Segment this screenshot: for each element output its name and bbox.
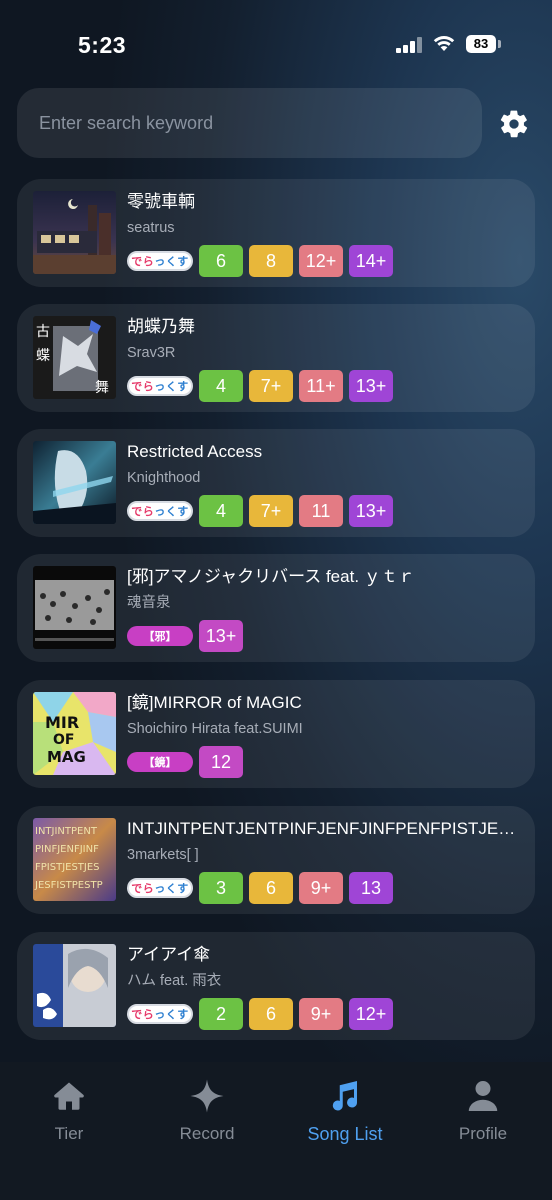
song-artist: Knighthood [127, 470, 201, 486]
difficulty-master[interactable]: 14+ [349, 245, 393, 277]
deluxe-tag: でら っくす [127, 251, 193, 271]
tab-label: Record [179, 1124, 235, 1143]
difficulty-row: 【鏡】 12 [127, 746, 243, 778]
battery-tip [498, 40, 501, 48]
deluxe-tag: でら っくす [127, 1004, 193, 1024]
wifi-icon [433, 36, 455, 51]
tab-record[interactable]: Record [147, 1078, 267, 1148]
song-title: 胡蝶乃舞 [127, 317, 195, 336]
battery-icon: 83 [466, 35, 496, 53]
song-card[interactable]: [邪]アマノジャクリバース feat. ｙｔｒ 魂音泉 【邪】 13+ [17, 554, 535, 662]
difficulty-basic[interactable]: 3 [199, 872, 243, 904]
difficulty-expert[interactable]: 11+ [299, 370, 343, 402]
search-box[interactable] [17, 88, 482, 158]
song-artist: seatrus [127, 220, 175, 236]
music-note-icon [332, 1081, 358, 1111]
cellular-signal-icon [396, 37, 422, 53]
tab-label: Song List [307, 1124, 383, 1144]
difficulty-master[interactable]: 13+ [349, 495, 393, 527]
song-title: INTJINTPENTJENTPINFJENFJINFPENFPISTJESTJ… [127, 819, 523, 838]
difficulty-expert[interactable]: 12+ [299, 245, 343, 277]
difficulty-row: でら っくす 4 7+ 11 13+ [127, 495, 393, 527]
difficulty-advanced[interactable]: 7+ [249, 370, 293, 402]
jacket-image: INTJINTPENT PINFJENFJINF FPISTJESTJES JESFI… [33, 818, 116, 901]
song-card[interactable]: 零號車輌 seatrus でら っくす 6 8 12+ 14+ [17, 179, 535, 287]
difficulty-row: 【邪】 13+ [127, 620, 243, 652]
svg-text:FPISTJESTJES: FPISTJESTJES [35, 862, 100, 873]
difficulty-row: でら っくす 6 8 12+ 14+ [127, 245, 393, 277]
song-title: アイアイ傘 [127, 945, 211, 964]
song-artist: Srav3R [127, 345, 176, 361]
svg-text:PINFJENFJINF: PINFJENFJINF [35, 844, 99, 855]
difficulty-master[interactable]: 13 [349, 872, 393, 904]
difficulty-expert[interactable]: 11 [299, 495, 343, 527]
difficulty-advanced[interactable]: 8 [249, 245, 293, 277]
difficulty-basic[interactable]: 4 [199, 495, 243, 527]
tab-label: Profile [458, 1124, 508, 1143]
difficulty-master[interactable]: 13+ [349, 370, 393, 402]
difficulty-expert[interactable]: 9+ [299, 872, 343, 904]
difficulty-advanced[interactable]: 6 [249, 872, 293, 904]
jacket-image [33, 566, 116, 649]
song-artist: Shoichiro Hirata feat.SUIMI [127, 721, 303, 737]
song-title: 零號車輌 [127, 192, 195, 211]
difficulty-master[interactable]: 12+ [349, 998, 393, 1030]
song-title: Restricted Access [127, 442, 263, 461]
difficulty-row: でら っくす 3 6 9+ 13 [127, 872, 393, 904]
difficulty-basic[interactable]: 4 [199, 370, 243, 402]
difficulty-basic[interactable]: 6 [199, 245, 243, 277]
difficulty-advanced[interactable]: 6 [249, 998, 293, 1030]
difficulty-special[interactable]: 13+ [199, 620, 243, 652]
song-card[interactable]: INTJINTPENT PINFJENFJINF FPISTJESTJES JESFI… [17, 806, 535, 914]
song-artist: ハム feat. 雨衣 [127, 973, 222, 989]
deluxe-tag: でら っくす [127, 501, 193, 521]
song-title: [邪]アマノジャクリバース feat. ｙｔｒ [127, 567, 415, 586]
svg-text:舞: 舞 [95, 380, 109, 396]
deluxe-tag: でら っくす [127, 376, 193, 396]
difficulty-basic[interactable]: 2 [199, 998, 243, 1030]
house-icon [54, 1082, 84, 1110]
tab-profile[interactable]: Profile [423, 1078, 543, 1148]
special-tag: 【邪】 [127, 626, 193, 646]
song-card[interactable]: Restricted Access Knighthood でら っくす 4 7+ … [17, 429, 535, 537]
search-input[interactable] [17, 88, 482, 158]
song-card[interactable]: MIR OF MAG [鏡]MIRROR of MAGIC Shoichiro … [17, 680, 535, 788]
difficulty-row: でら っくす 4 7+ 11+ 13+ [127, 370, 393, 402]
jacket-image [33, 441, 116, 524]
difficulty-expert[interactable]: 9+ [299, 998, 343, 1030]
song-card[interactable]: 古 蝶 舞 胡蝶乃舞 Srav3R でら っくす 4 7+ 11+ 13+ [17, 304, 535, 412]
svg-text:MAG: MAG [47, 748, 86, 766]
tab-bar: Tier Record Song List Profile [0, 1062, 552, 1200]
svg-text:INTJINTPENT: INTJINTPENT [35, 826, 98, 837]
svg-text:JESFISTPESTP: JESFISTPESTP [34, 880, 103, 891]
tab-song-list[interactable]: Song List [285, 1078, 405, 1148]
jacket-image: 古 蝶 舞 [33, 316, 116, 399]
svg-text:古: 古 [36, 324, 50, 340]
status-bar: 5:23 83 [0, 0, 552, 88]
song-artist: 魂音泉 [127, 595, 171, 611]
jacket-image [33, 944, 116, 1027]
jacket-image: MIR OF MAG [33, 692, 116, 775]
svg-text:蝶: 蝶 [36, 348, 50, 364]
difficulty-advanced[interactable]: 7+ [249, 495, 293, 527]
special-tag: 【鏡】 [127, 752, 193, 772]
song-artist: 3markets[ ] [127, 847, 199, 863]
deluxe-tag: でら っくす [127, 878, 193, 898]
jacket-image [33, 191, 116, 274]
tab-label: Tier [54, 1124, 84, 1143]
status-time: 5:23 [78, 32, 127, 58]
settings-gear-icon[interactable] [498, 108, 530, 140]
person-icon [468, 1081, 498, 1111]
svg-text:MIR: MIR [45, 713, 79, 732]
difficulty-row: でら っくす 2 6 9+ 12+ [127, 998, 393, 1030]
song-card[interactable]: アイアイ傘 ハム feat. 雨衣 でら っくす 2 6 9+ 12+ [17, 932, 535, 1040]
tab-tier[interactable]: Tier [9, 1078, 129, 1148]
song-title: [鏡]MIRROR of MAGIC [127, 693, 302, 712]
svg-text:OF: OF [53, 732, 74, 748]
difficulty-special[interactable]: 12 [199, 746, 243, 778]
sparkle-icon [190, 1079, 224, 1113]
